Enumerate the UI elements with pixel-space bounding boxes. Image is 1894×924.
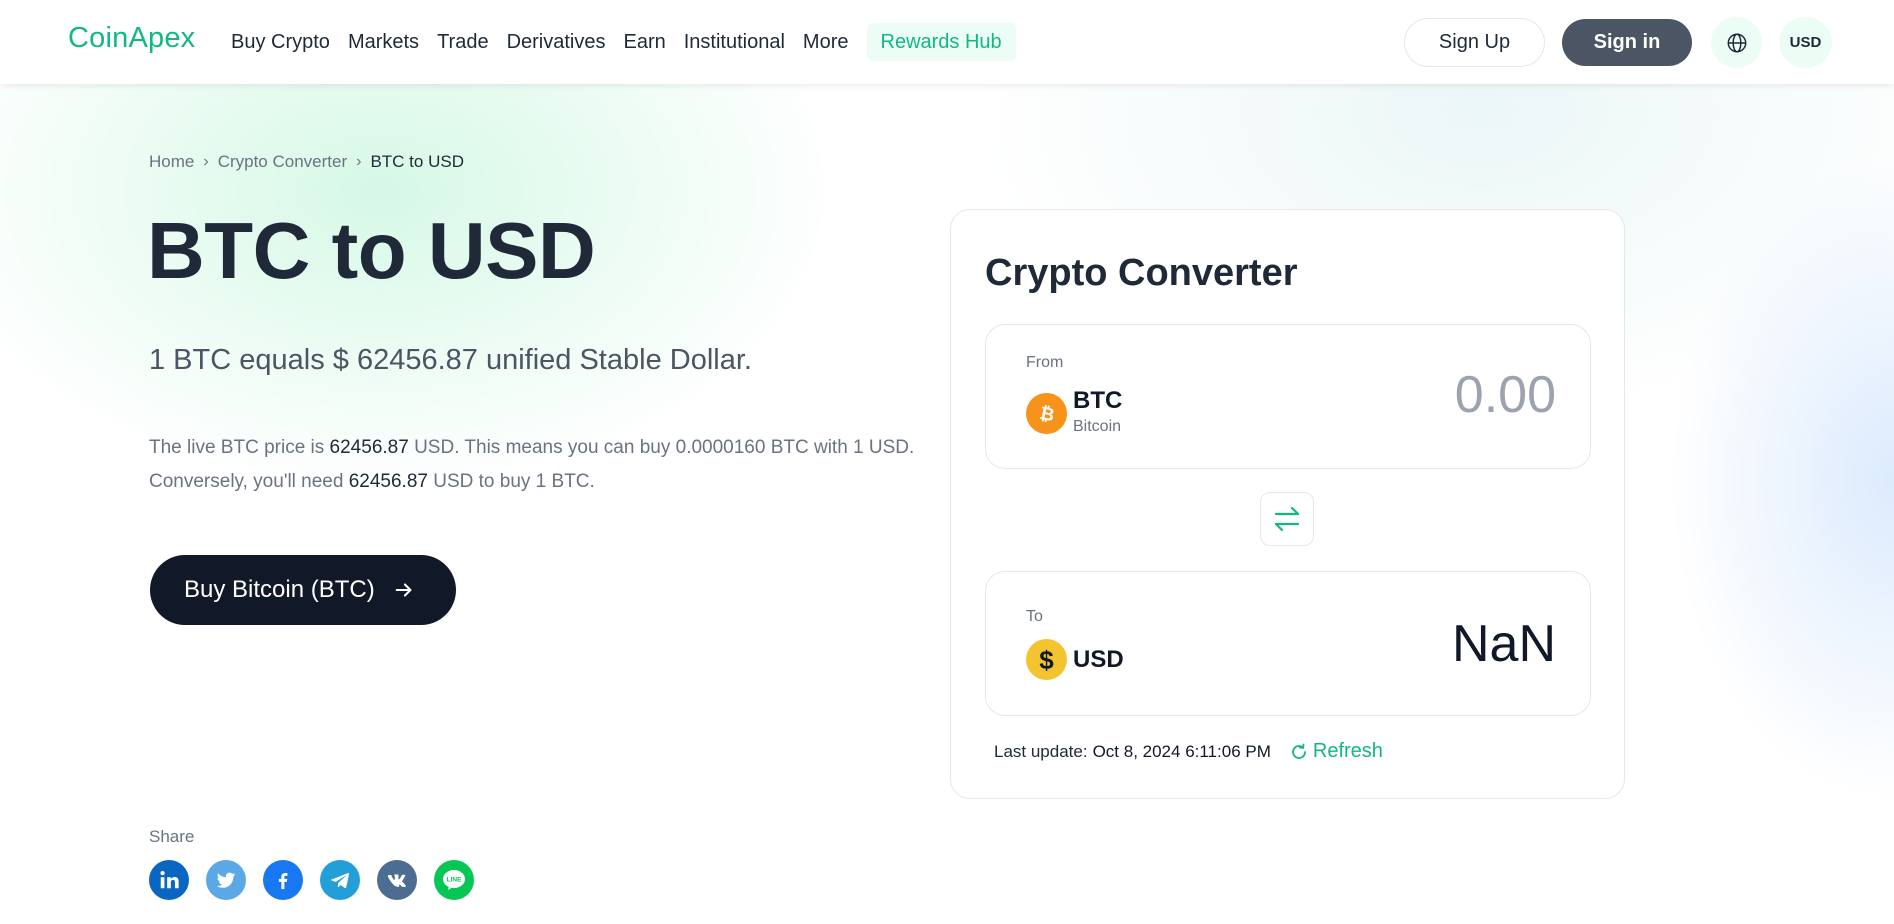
dollar-icon[interactable]: $	[1026, 639, 1067, 680]
share-label: Share	[149, 827, 195, 846]
last-update-label: Last update:	[994, 741, 1088, 761]
refresh-button[interactable]: Refresh	[1290, 740, 1383, 763]
breadcrumb: Home › Crypto Converter › BTC to USD	[149, 152, 464, 172]
amount-input[interactable]	[1296, 365, 1556, 425]
dollar-glyph: $	[1039, 644, 1054, 675]
nav-institutional[interactable]: Institutional	[684, 22, 785, 62]
from-symbol[interactable]: BTC	[1073, 387, 1122, 415]
svg-text:₿: ₿	[1037, 402, 1056, 425]
rate-summary: 1 BTC equals $ 62456.87 unified Stable D…	[149, 344, 752, 376]
page-title: BTC to USD	[147, 206, 596, 295]
nav-buy-crypto[interactable]: Buy Crypto	[231, 22, 330, 62]
desc-text: Conversely, you'll need	[149, 471, 349, 492]
from-name: Bitcoin	[1073, 418, 1122, 435]
line-icon[interactable]: LINE	[434, 860, 474, 900]
svg-text:LINE: LINE	[447, 877, 462, 884]
converted-amount: NaN	[1451, 615, 1556, 673]
chevron-right-icon: ›	[356, 153, 362, 170]
twitter-icon[interactable]	[206, 860, 246, 900]
main-nav: Buy Crypto Markets Trade Derivatives Ear…	[231, 22, 1016, 62]
buy-bitcoin-button[interactable]: Buy Bitcoin (BTC)	[150, 555, 456, 625]
nav-trade[interactable]: Trade	[437, 22, 489, 62]
linkedin-icon[interactable]	[149, 860, 189, 900]
swap-icon	[1274, 506, 1300, 532]
desc-price: 62456.87	[329, 437, 409, 458]
currency-button[interactable]: USD	[1779, 17, 1832, 68]
nav-more[interactable]: More	[803, 22, 849, 62]
language-button[interactable]	[1711, 17, 1762, 68]
converter-title: Crypto Converter	[985, 252, 1298, 294]
facebook-icon[interactable]	[263, 860, 303, 900]
logo[interactable]: CoinApex	[68, 22, 195, 55]
nav-rewards-hub[interactable]: Rewards Hub	[866, 23, 1016, 61]
from-currency-box: From ₿ BTC Bitcoin	[985, 324, 1591, 469]
converter-card: Crypto Converter From ₿ BTC Bitcoin To $…	[950, 209, 1625, 799]
refresh-icon	[1292, 743, 1306, 759]
chevron-right-icon: ›	[203, 153, 209, 170]
sign-up-button[interactable]: Sign Up	[1404, 18, 1545, 67]
arrow-right-icon	[393, 579, 415, 601]
to-symbol[interactable]: USD	[1073, 646, 1124, 674]
to-label: To	[1026, 608, 1043, 625]
breadcrumb-current: BTC to USD	[370, 152, 464, 171]
to-currency-box: To $ USD NaN	[985, 571, 1591, 716]
nav-markets[interactable]: Markets	[348, 22, 419, 62]
nav-earn[interactable]: Earn	[624, 22, 666, 62]
swap-button[interactable]	[1260, 492, 1314, 546]
price-description: The live BTC price is 62456.87 USD. This…	[149, 431, 949, 499]
breadcrumb-converter[interactable]: Crypto Converter	[218, 152, 347, 172]
desc-price: 62456.87	[348, 471, 428, 492]
vk-icon[interactable]	[377, 860, 417, 900]
top-navbar: CoinApex Buy Crypto Markets Trade Deriva…	[0, 0, 1894, 84]
nav-derivatives[interactable]: Derivatives	[507, 22, 606, 62]
from-label: From	[1026, 354, 1064, 371]
last-update-time: Oct 8, 2024 6:11:06 PM	[1092, 741, 1271, 761]
refresh-label: Refresh	[1312, 740, 1383, 762]
telegram-icon[interactable]	[320, 860, 360, 900]
desc-text: USD. This means you can buy 0.0000160 BT…	[408, 437, 915, 458]
buy-button-label: Buy Bitcoin (BTC)	[184, 576, 375, 603]
bitcoin-icon[interactable]: ₿	[1026, 393, 1067, 434]
desc-text: USD to buy 1 BTC.	[427, 471, 595, 492]
sign-in-button[interactable]: Sign in	[1562, 19, 1692, 66]
share-buttons: LINE	[149, 860, 491, 900]
globe-icon	[1727, 33, 1746, 52]
last-update-row: Last update: Oct 8, 2024 6:11:06 PM Refr…	[994, 740, 1383, 763]
breadcrumb-home[interactable]: Home	[149, 152, 194, 172]
desc-text: The live BTC price is	[149, 437, 330, 458]
